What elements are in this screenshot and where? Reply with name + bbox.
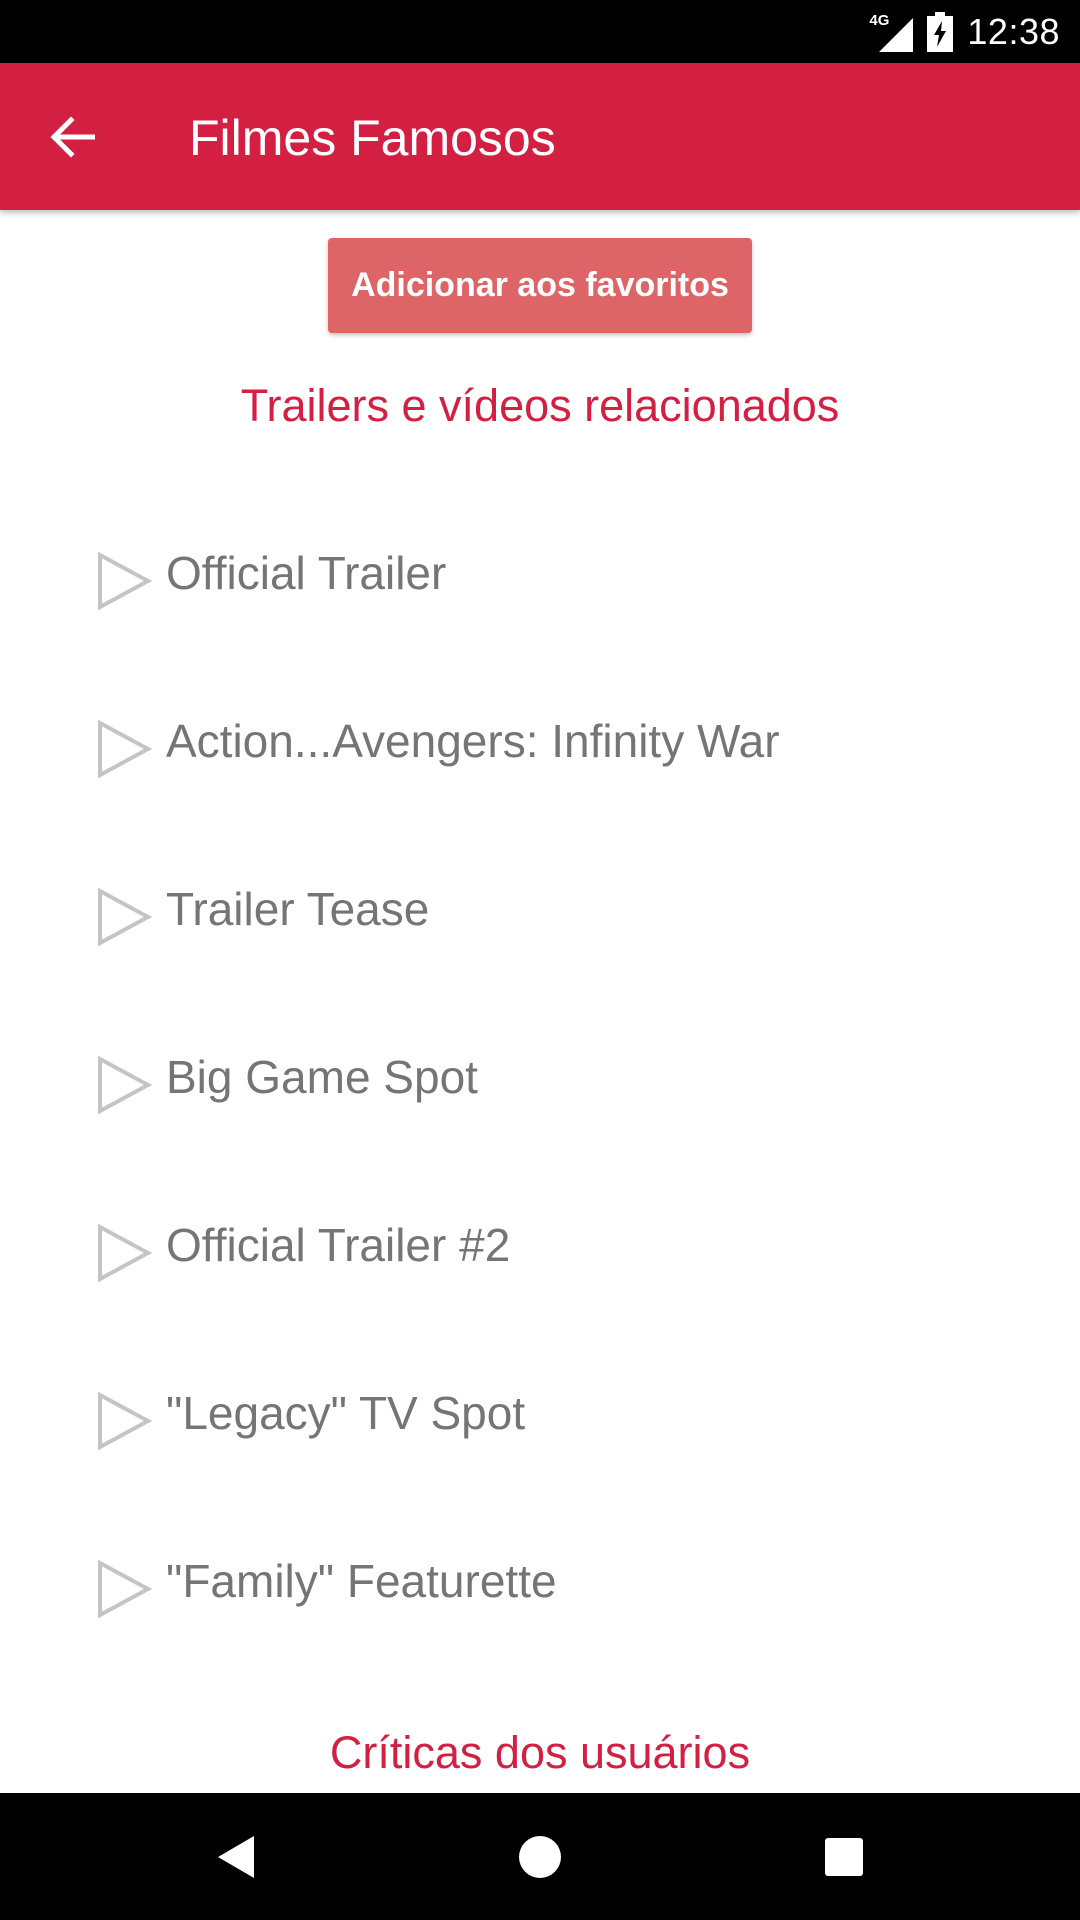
- trailer-label: "Family" Featurette: [166, 1555, 557, 1607]
- reviews-section-title: Críticas dos usuários: [329, 1727, 751, 1778]
- status-bar: 4G 12:38: [0, 0, 1080, 63]
- play-icon: [98, 551, 152, 611]
- trailer-item[interactable]: Trailer Tease: [0, 861, 1080, 1029]
- trailer-label: "Legacy" TV Spot: [166, 1387, 526, 1439]
- trailer-item[interactable]: Action...Avengers: Infinity War: [0, 693, 1080, 861]
- nav-recents-icon: [825, 1838, 863, 1876]
- status-icons: 4G 12:38: [869, 0, 1060, 63]
- play-icon: [98, 1559, 152, 1619]
- trailer-label: Action...Avengers: Infinity War: [166, 715, 780, 767]
- trailer-item[interactable]: Big Game Spot: [0, 1029, 1080, 1197]
- play-icon: [98, 1391, 152, 1451]
- trailers-section-title: Trailers e vídeos relacionados: [240, 380, 840, 431]
- play-icon: [98, 719, 152, 779]
- nav-home-icon: [519, 1836, 561, 1878]
- signal-indicator: 4G: [869, 12, 914, 52]
- back-button[interactable]: [34, 103, 110, 171]
- battery-charging-icon: [927, 11, 954, 52]
- trailer-label: Official Trailer: [166, 547, 447, 599]
- nav-home-button[interactable]: [504, 1821, 576, 1893]
- trailer-item[interactable]: Official Trailer #2: [0, 1197, 1080, 1365]
- play-icon: [98, 1223, 152, 1283]
- play-icon: [98, 887, 152, 947]
- signal-icon: [879, 17, 914, 52]
- trailer-label: Trailer Tease: [166, 883, 430, 935]
- nav-back-button[interactable]: [200, 1821, 272, 1893]
- status-time: 12:38: [967, 10, 1060, 52]
- trailer-item[interactable]: Official Trailer: [0, 525, 1080, 693]
- nav-recents-button[interactable]: [808, 1821, 880, 1893]
- add-to-favorites-button[interactable]: Adicionar aos favoritos: [328, 238, 752, 333]
- trailer-list: Official Trailer Action...Avengers: Infi…: [0, 525, 1080, 1701]
- trailer-label: Official Trailer #2: [166, 1219, 511, 1271]
- arrow-back-icon: [50, 116, 95, 158]
- play-icon: [98, 1055, 152, 1115]
- trailer-item[interactable]: "Family" Featurette: [0, 1533, 1080, 1701]
- app-bar: Filmes Famosos: [0, 63, 1080, 210]
- trailer-item[interactable]: "Legacy" TV Spot: [0, 1365, 1080, 1533]
- nav-back-icon: [218, 1836, 254, 1878]
- navigation-bar: [0, 1793, 1080, 1920]
- app-title: Filmes Famosos: [189, 110, 556, 166]
- movie-details-content[interactable]: Adicionar aos favoritos Trailers e vídeo…: [0, 210, 1080, 1793]
- trailer-label: Big Game Spot: [166, 1051, 478, 1103]
